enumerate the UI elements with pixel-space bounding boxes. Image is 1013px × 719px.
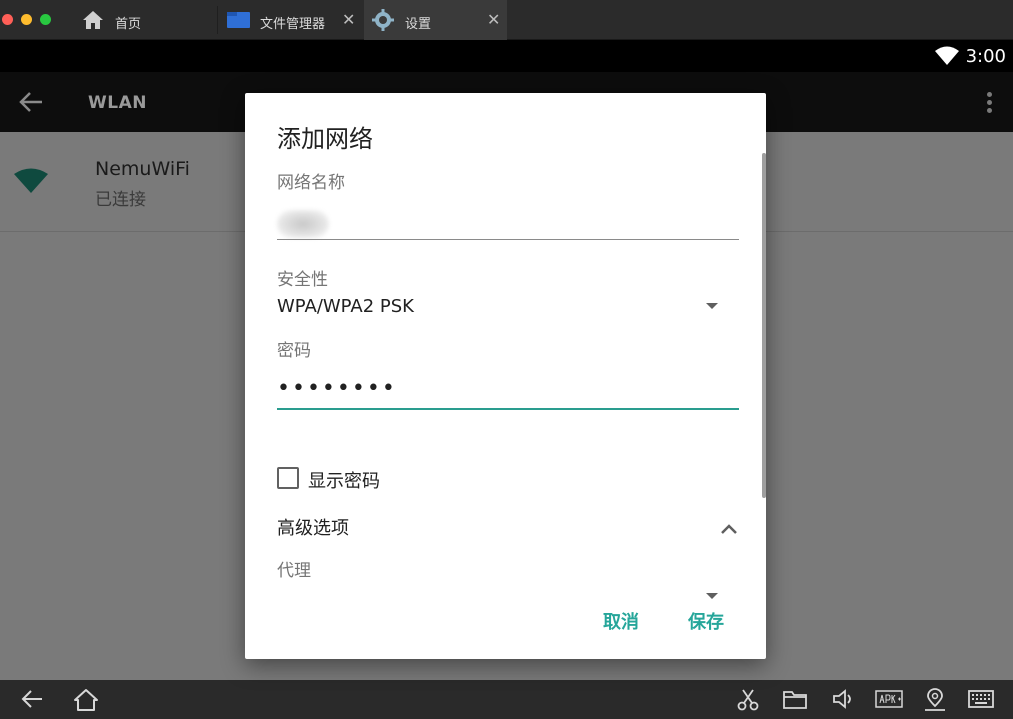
password-input[interactable]: •••••••• <box>277 376 397 401</box>
keyboard-icon[interactable] <box>968 688 994 714</box>
folder-icon[interactable] <box>783 688 807 714</box>
password-label: 密码 <box>277 341 311 361</box>
folder-icon <box>227 11 251 33</box>
location-icon[interactable] <box>923 688 947 716</box>
status-clock: 3:00 <box>965 46 1006 67</box>
ssid-label: 网络名称 <box>277 173 345 193</box>
cancel-button[interactable]: 取消 <box>603 608 639 634</box>
close-tab-icon[interactable]: ✕ <box>487 10 500 30</box>
close-tab-icon[interactable]: ✕ <box>342 10 355 30</box>
minimize-window-button[interactable] <box>21 14 32 25</box>
page-title: WLAN <box>88 93 147 113</box>
nav-bar <box>0 680 1013 719</box>
security-label: 安全性 <box>277 270 328 290</box>
security-value: WPA/WPA2 PSK <box>277 296 414 317</box>
tab-file-manager[interactable]: 文件管理器 ✕ <box>218 0 363 40</box>
show-password-checkbox[interactable] <box>277 467 299 489</box>
close-window-button[interactable] <box>2 14 13 25</box>
wifi-signal-icon <box>14 168 48 198</box>
more-options-icon[interactable] <box>987 92 993 114</box>
network-status: 已连接 <box>95 190 146 210</box>
show-password-label[interactable]: 显示密码 <box>308 467 380 493</box>
tab-home-label: 首页 <box>115 17 142 32</box>
advanced-options-label[interactable]: 高级选项 <box>277 514 349 540</box>
gear-icon <box>372 9 394 35</box>
tab-settings-label: 设置 <box>405 17 432 32</box>
dropdown-arrow-icon <box>706 303 718 309</box>
apk-install-icon[interactable] <box>875 688 903 714</box>
dialog-scrollbar[interactable] <box>762 153 766 498</box>
emulator-window: 首页 文件管理器 ✕ 设置 ✕ 3:00 WLAN NemuWiFi 已连接 添… <box>0 0 1013 719</box>
add-network-dialog: 添加网络 网络名称 安全性 WPA/WPA2 PSK 密码 •••••••• 显… <box>245 93 766 659</box>
save-button[interactable]: 保存 <box>688 608 724 634</box>
ssid-input[interactable] <box>277 210 329 238</box>
tab-bar: 首页 文件管理器 ✕ 设置 ✕ <box>0 0 1013 40</box>
network-name: NemuWiFi <box>95 158 190 180</box>
tab-settings[interactable]: 设置 ✕ <box>364 0 507 40</box>
password-underline <box>277 408 739 410</box>
status-bar: 3:00 <box>0 40 1013 72</box>
home-icon[interactable] <box>73 688 99 716</box>
tab-file-manager-label: 文件管理器 <box>260 17 326 32</box>
proxy-dropdown-arrow-icon[interactable] <box>706 593 718 599</box>
home-icon <box>81 9 105 35</box>
ssid-underline <box>277 239 739 240</box>
proxy-label: 代理 <box>277 561 311 581</box>
chevron-up-icon[interactable] <box>720 520 738 539</box>
back-arrow-icon[interactable] <box>18 91 44 117</box>
maximize-window-button[interactable] <box>40 14 51 25</box>
volume-icon[interactable] <box>831 688 855 714</box>
scissors-icon[interactable] <box>736 688 760 716</box>
back-icon[interactable] <box>20 688 44 714</box>
tab-home[interactable]: 首页 <box>72 0 217 40</box>
dialog-title: 添加网络 <box>277 125 373 153</box>
wifi-signal-icon <box>935 46 959 70</box>
